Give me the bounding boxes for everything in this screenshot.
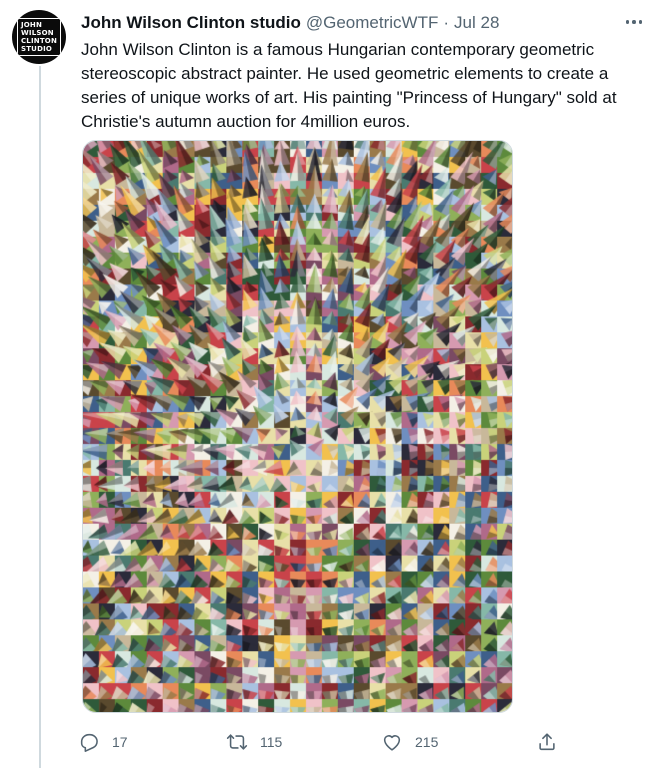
tweet-actions: 17 115 215 — [78, 726, 578, 758]
tweet-text-line: stereoscopic abstract painter. He used g… — [81, 64, 609, 83]
tweet-media-image[interactable] — [82, 140, 513, 713]
tweet-text-line: John Wilson Clinton is a famous Hungaria… — [81, 40, 595, 59]
share-button[interactable] — [536, 726, 570, 758]
author-handle[interactable]: @GeometricWTF — [306, 13, 438, 33]
more-dot — [632, 20, 636, 24]
author-name[interactable]: John Wilson Clinton studio — [81, 13, 301, 33]
avatar-logo: JOHN WILSON CLINTON STUDIO — [16, 18, 62, 56]
painting-canvas — [83, 141, 512, 712]
avatar[interactable]: JOHN WILSON CLINTON STUDIO — [12, 10, 66, 64]
tweet-text: John Wilson Clinton is a famous Hungaria… — [81, 38, 641, 134]
more-dot — [638, 20, 643, 24]
avatar-text-line: WILSON — [20, 29, 54, 37]
tweet-date[interactable]: Jul 28 — [454, 13, 499, 33]
reply-button[interactable]: 17 — [78, 726, 128, 758]
share-icon — [539, 733, 555, 751]
retweet-count: 115 — [260, 734, 283, 750]
like-button[interactable]: 215 — [381, 726, 438, 758]
thread-line — [39, 66, 41, 768]
avatar-text-line: STUDIO — [20, 45, 53, 53]
tweet-text-line: Christie's autumn auction for 4million e… — [81, 112, 411, 131]
tweet-header: John Wilson Clinton studio @GeometricWTF… — [81, 13, 499, 33]
avatar-text-line: JOHN — [20, 21, 43, 29]
separator-dot: · — [443, 13, 450, 32]
reply-icon — [80, 733, 98, 752]
avatar-text-line: CLINTON — [20, 37, 58, 45]
tweet-text-line: series of unique works of art. His paint… — [81, 88, 617, 107]
reply-count: 17 — [112, 734, 128, 750]
like-count: 215 — [415, 734, 439, 750]
more-options-button[interactable] — [622, 10, 646, 34]
retweet-button[interactable]: 115 — [226, 726, 282, 758]
heart-icon — [383, 735, 401, 751]
retweet-icon — [226, 734, 248, 750]
more-horizontal-icon — [625, 20, 630, 24]
